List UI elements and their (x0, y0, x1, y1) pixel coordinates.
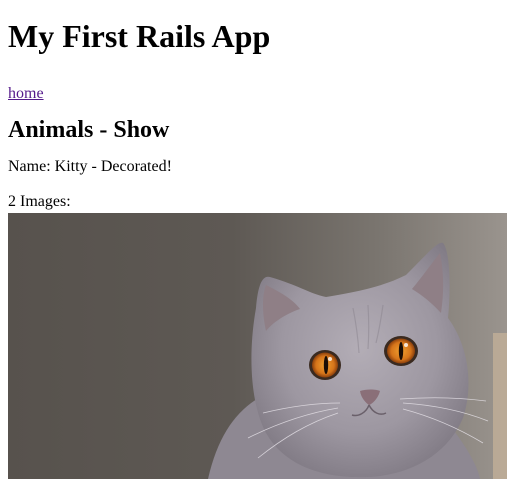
app-title: My First Rails App (8, 18, 271, 54)
cat-image (8, 213, 507, 479)
images-count-text: 2 Images: (8, 193, 71, 210)
animal-photo (8, 213, 507, 479)
animal-name-text: Name: Kitty - Decorated! (8, 158, 172, 175)
page-heading: Animals - Show (8, 117, 170, 143)
home-link[interactable]: home (8, 85, 44, 102)
page-content: My First Rails App home Animals - Show N… (0, 0, 509, 211)
nav-bar: home (8, 84, 501, 103)
